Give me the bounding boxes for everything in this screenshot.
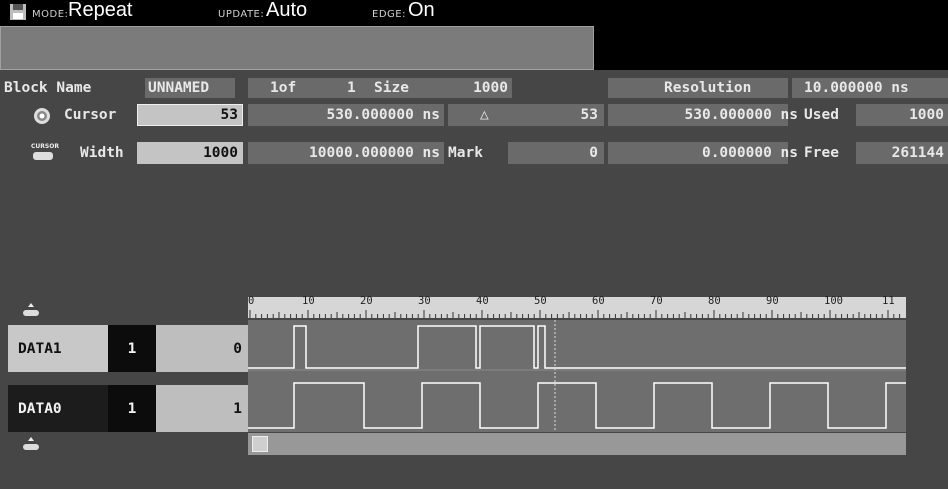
channel-value-data0: 1 [156,385,248,432]
horizontal-scrollbar[interactable] [248,433,906,455]
mode-label: MODE: [32,9,69,20]
mark-time: 0.000000 ns [701,145,798,161]
time-ruler: 0 10 20 30 40 50 60 70 80 90 100 11 [248,295,906,318]
cursor-mode-icon[interactable]: CURSOR [31,143,59,163]
message-area [0,26,594,70]
block-name-value[interactable]: UNNAMED [148,78,209,98]
channel-radix-data1[interactable]: 1 [108,325,156,372]
update-value[interactable]: Auto [266,0,307,22]
delta-value: 53 [580,107,598,123]
block-count: 1 [347,80,356,96]
used-value: 1000 [909,107,944,123]
size-value[interactable]: 1000 [440,78,508,98]
update-label: UPDATE: [218,9,265,20]
channel-name-data0[interactable]: DATA0 [8,385,108,432]
resolution-label: Resolution [664,80,752,96]
mode-value[interactable]: Repeat [68,0,133,22]
scroll-up-icon[interactable] [22,302,40,318]
block-name-label: Block Name [4,80,92,96]
mark-label: Mark [448,145,483,161]
edge-value[interactable]: On [408,0,435,22]
cursor-mode-icon-text: CURSOR [31,143,59,150]
edge-label: EDGE: [372,9,406,20]
mode-bar: MODE: Repeat UPDATE: Auto EDGE: On [0,0,948,26]
size-label: Size [374,80,409,96]
width-value[interactable]: 1000 [140,143,238,163]
free-label: Free [804,145,839,161]
mark-value: 0 [589,145,598,161]
scrollbar-thumb[interactable] [252,436,268,452]
free-value: 261144 [891,145,944,161]
width-time: 10000.000000 ns [309,145,440,161]
waveform-area[interactable] [248,320,906,432]
channel-value-data1: 0 [156,325,248,372]
data0-waveform [248,382,906,429]
resolution-value[interactable]: 10.000000 ns [804,78,909,98]
message-area-right [594,26,948,70]
floppy-disk-icon[interactable] [10,4,26,20]
cursor-knob-icon[interactable] [33,107,51,125]
used-label: Used [804,107,839,123]
cursor-time: 530.000000 ns [326,107,441,123]
delta-time: 530.000000 ns [684,107,799,123]
channel-radix-data0[interactable]: 1 [108,385,156,432]
cursor-label: Cursor [64,107,117,123]
scroll-down-icon[interactable] [22,436,40,452]
cursor-value[interactable]: 53 [140,105,238,125]
channel-name-data1[interactable]: DATA1 [8,325,108,372]
data1-waveform [248,325,906,369]
delta-symbol: △ [480,107,489,123]
block-index: 1of [270,80,297,96]
width-label: Width [80,145,124,161]
